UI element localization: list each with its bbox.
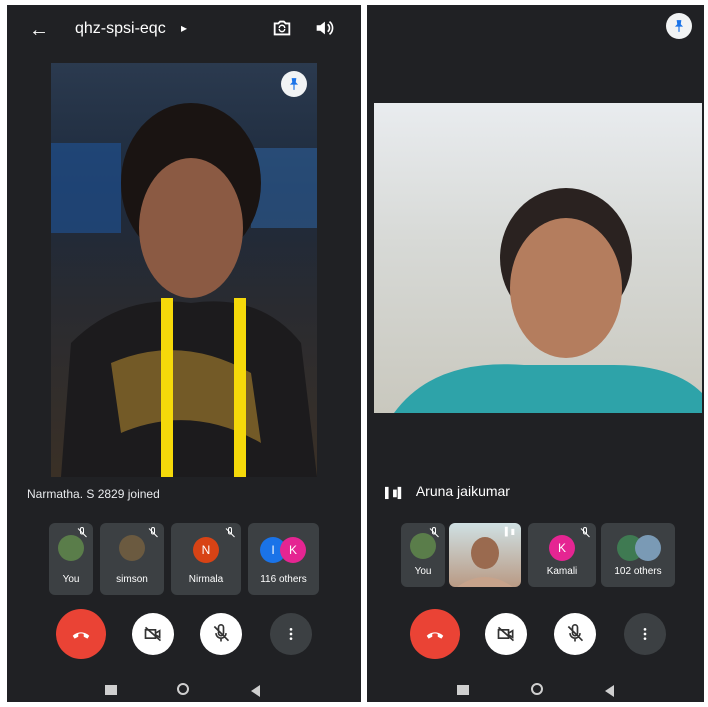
- right-phone-screen: ▌▮▌ Aruna jaikumar You ▌▮ K Kamali 102 o…: [367, 5, 704, 702]
- triangle-icon[interactable]: [605, 685, 614, 697]
- circle-icon[interactable]: [531, 683, 543, 695]
- participant-label: Kamali: [546, 566, 578, 577]
- participant-label: You: [414, 566, 432, 577]
- participant-strip: You ▌▮ K Kamali 102 others: [401, 523, 675, 595]
- pin-icon[interactable]: [281, 71, 307, 97]
- triangle-icon[interactable]: [251, 685, 260, 697]
- participant-strip: You simson N Nirmala I K 116 others: [49, 523, 319, 595]
- more-vert-icon: [643, 628, 647, 640]
- participant-label: Nirmala: [188, 574, 224, 585]
- main-video-tile[interactable]: [374, 103, 702, 413]
- speaker-icon[interactable]: [313, 17, 335, 39]
- audio-level-icon: ▌▮▌: [385, 488, 405, 499]
- mic-off-icon: [429, 527, 439, 538]
- mic-toggle-button[interactable]: [554, 613, 596, 655]
- meeting-code[interactable]: qhz-spsi-eqc: [75, 20, 166, 38]
- participant-label: You: [62, 574, 80, 585]
- meeting-top-bar: ← qhz-spsi-eqc ▸: [7, 5, 361, 53]
- camera-off-icon: [497, 626, 515, 642]
- main-video-tile[interactable]: [51, 63, 317, 477]
- caret-right-icon[interactable]: ▸: [181, 21, 187, 35]
- participant-tile-others[interactable]: I K 116 others: [248, 523, 319, 595]
- end-call-icon: [426, 632, 444, 639]
- participant-tile-others[interactable]: 102 others: [601, 523, 675, 587]
- mic-off-icon: [225, 527, 235, 538]
- mic-off-icon: [148, 527, 158, 538]
- audio-level-icon: ▌▮: [504, 527, 515, 536]
- participant-tile-you[interactable]: You: [49, 523, 93, 595]
- end-call-button[interactable]: [56, 609, 106, 659]
- more-options-button[interactable]: [624, 613, 666, 655]
- participant-tile-video[interactable]: ▌▮: [449, 523, 521, 587]
- left-phone-screen: ← qhz-spsi-eqc ▸ Narmatha. S 2829 joined: [7, 5, 361, 702]
- circle-icon[interactable]: [177, 683, 189, 695]
- pin-icon[interactable]: [666, 13, 692, 39]
- participant-label: 116 others: [260, 574, 307, 585]
- camera-toggle-button[interactable]: [132, 613, 174, 655]
- mic-off-icon: [77, 527, 87, 538]
- avatar: [635, 535, 661, 561]
- back-arrow-icon[interactable]: ←: [29, 19, 49, 42]
- end-call-icon: [72, 632, 90, 639]
- participant-tile-simson[interactable]: simson: [100, 523, 164, 595]
- participant-label: 102 others: [614, 566, 662, 577]
- participant-tile-nirmala[interactable]: N Nirmala: [171, 523, 241, 595]
- camera-toggle-button[interactable]: [485, 613, 527, 655]
- more-options-button[interactable]: [270, 613, 312, 655]
- camera-off-icon: [144, 626, 162, 642]
- mic-off-icon: [567, 624, 584, 642]
- mic-toggle-button[interactable]: [200, 613, 242, 655]
- more-vert-icon: [289, 628, 293, 640]
- avatar: K: [549, 535, 575, 561]
- participant-video-image: [394, 188, 702, 413]
- speaker-name: Aruna jaikumar: [415, 483, 510, 499]
- participant-label: simson: [116, 574, 148, 585]
- avatar: K: [280, 537, 306, 563]
- avatar: [119, 535, 145, 561]
- participant-video-image: [51, 103, 317, 477]
- switch-camera-icon[interactable]: [271, 17, 293, 39]
- end-call-button[interactable]: [410, 609, 460, 659]
- active-speaker-label: ▌▮▌ Aruna jaikumar: [385, 483, 510, 499]
- square-icon[interactable]: [457, 685, 469, 695]
- mic-off-icon: [213, 624, 230, 642]
- mic-off-icon: [580, 527, 590, 538]
- participant-tile-you[interactable]: You: [401, 523, 445, 587]
- avatar: N: [193, 537, 219, 563]
- joined-notification: Narmatha. S 2829 joined: [27, 487, 160, 501]
- participant-tile-kamali[interactable]: K Kamali: [528, 523, 596, 587]
- square-icon[interactable]: [105, 685, 117, 695]
